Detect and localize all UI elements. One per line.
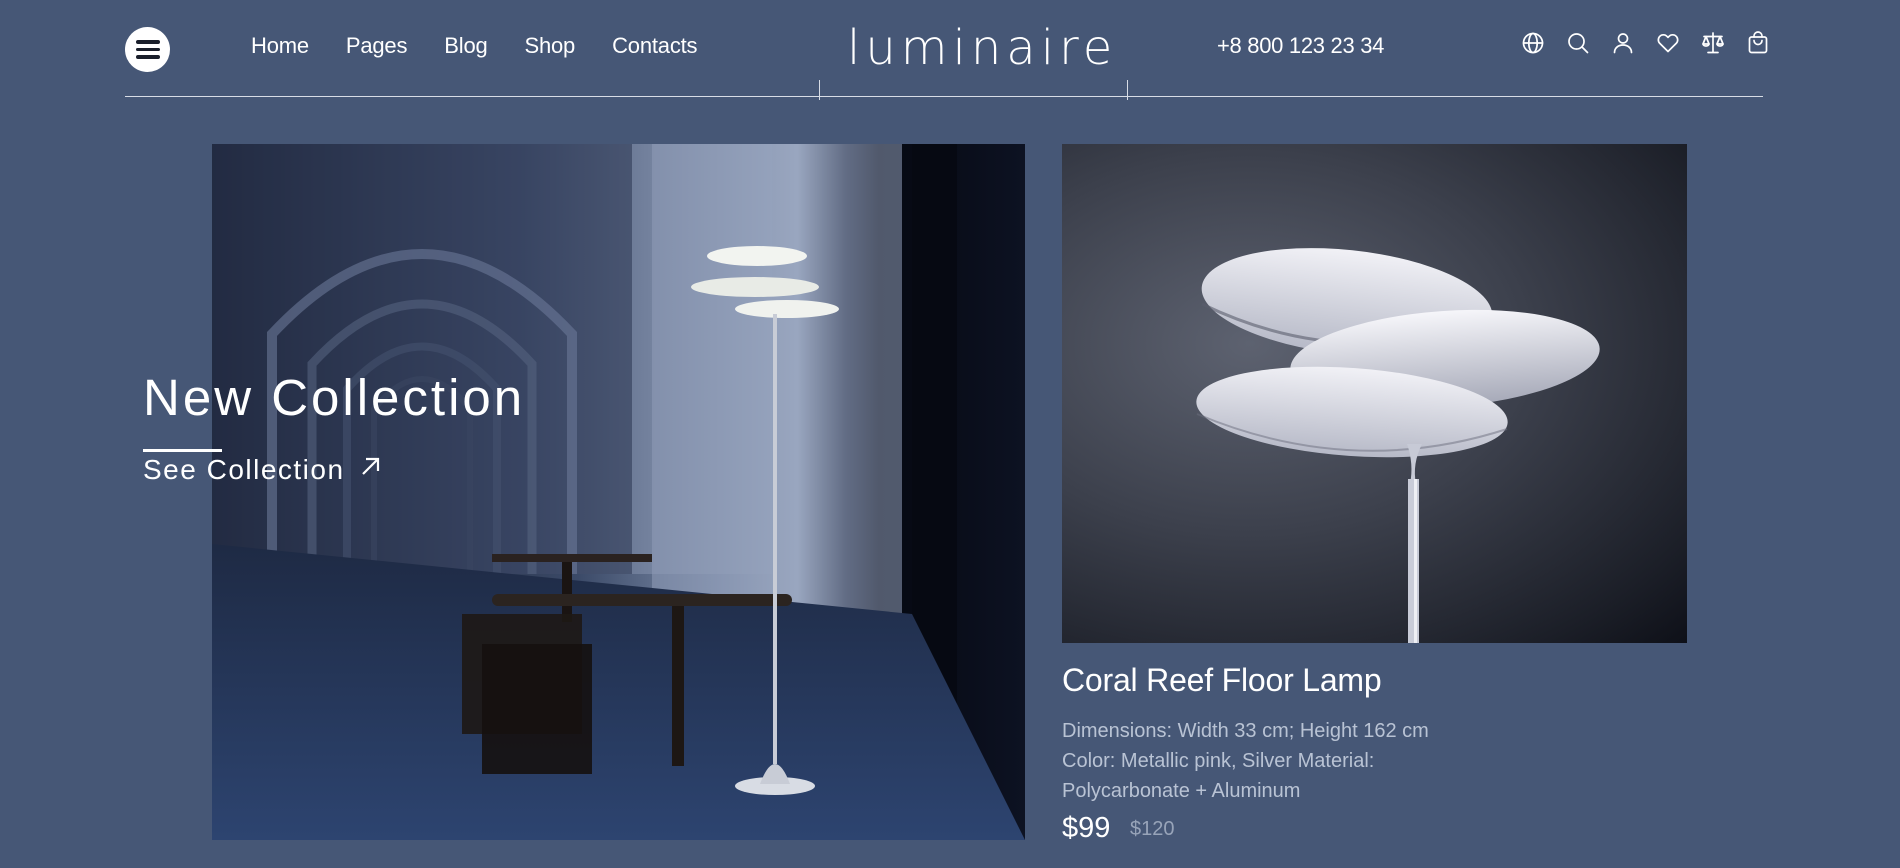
- search-icon[interactable]: [1565, 30, 1591, 56]
- hero-title: New Collection: [143, 369, 526, 426]
- nav-home[interactable]: Home: [251, 33, 309, 59]
- site-header: Home Pages Blog Shop Contacts luminaire …: [125, 0, 1768, 100]
- user-icon[interactable]: [1610, 30, 1636, 56]
- arrow-up-right-icon: [361, 457, 379, 475]
- product-name[interactable]: Coral Reef Floor Lamp: [1062, 662, 1382, 699]
- hamburger-menu-button[interactable]: [125, 27, 170, 72]
- site-logo[interactable]: luminaire: [847, 20, 1117, 76]
- hero-text-block: New Collection See Collection: [143, 368, 525, 486]
- globe-icon[interactable]: [1520, 30, 1546, 56]
- hero-title-underline: [143, 449, 222, 452]
- nav-shop[interactable]: Shop: [525, 33, 576, 59]
- product-old-price: $120: [1130, 818, 1175, 840]
- header-divider: [125, 96, 1763, 97]
- phone-number[interactable]: +8 800 123 23 34: [1217, 33, 1384, 59]
- product-price: $99: [1062, 812, 1111, 844]
- compare-scales-icon[interactable]: [1700, 30, 1726, 56]
- header-divider-tick: [819, 80, 820, 100]
- product-image[interactable]: [1062, 144, 1687, 643]
- hero-image: [212, 144, 1025, 840]
- see-collection-link[interactable]: See Collection: [143, 454, 525, 486]
- see-collection-label: See Collection: [143, 454, 345, 485]
- nav-blog[interactable]: Blog: [444, 33, 487, 59]
- hamburger-icon-bar: [135, 40, 160, 44]
- product-description: Dimensions: Width 33 cm; Height 162 cm C…: [1062, 720, 1429, 802]
- hamburger-icon-bar: [135, 47, 160, 52]
- header-divider-tick: [1127, 80, 1128, 100]
- heart-icon[interactable]: [1655, 30, 1681, 56]
- hamburger-icon-bar: [135, 55, 160, 59]
- main-nav: Home Pages Blog Shop Contacts: [251, 33, 734, 59]
- header-actions: [1520, 30, 1771, 56]
- hero-image-illustration: [212, 144, 1025, 840]
- product-image-illustration: [1196, 248, 1600, 643]
- nav-contacts[interactable]: Contacts: [612, 33, 697, 59]
- nav-pages[interactable]: Pages: [346, 33, 408, 59]
- shopping-bag-icon[interactable]: [1745, 30, 1771, 56]
